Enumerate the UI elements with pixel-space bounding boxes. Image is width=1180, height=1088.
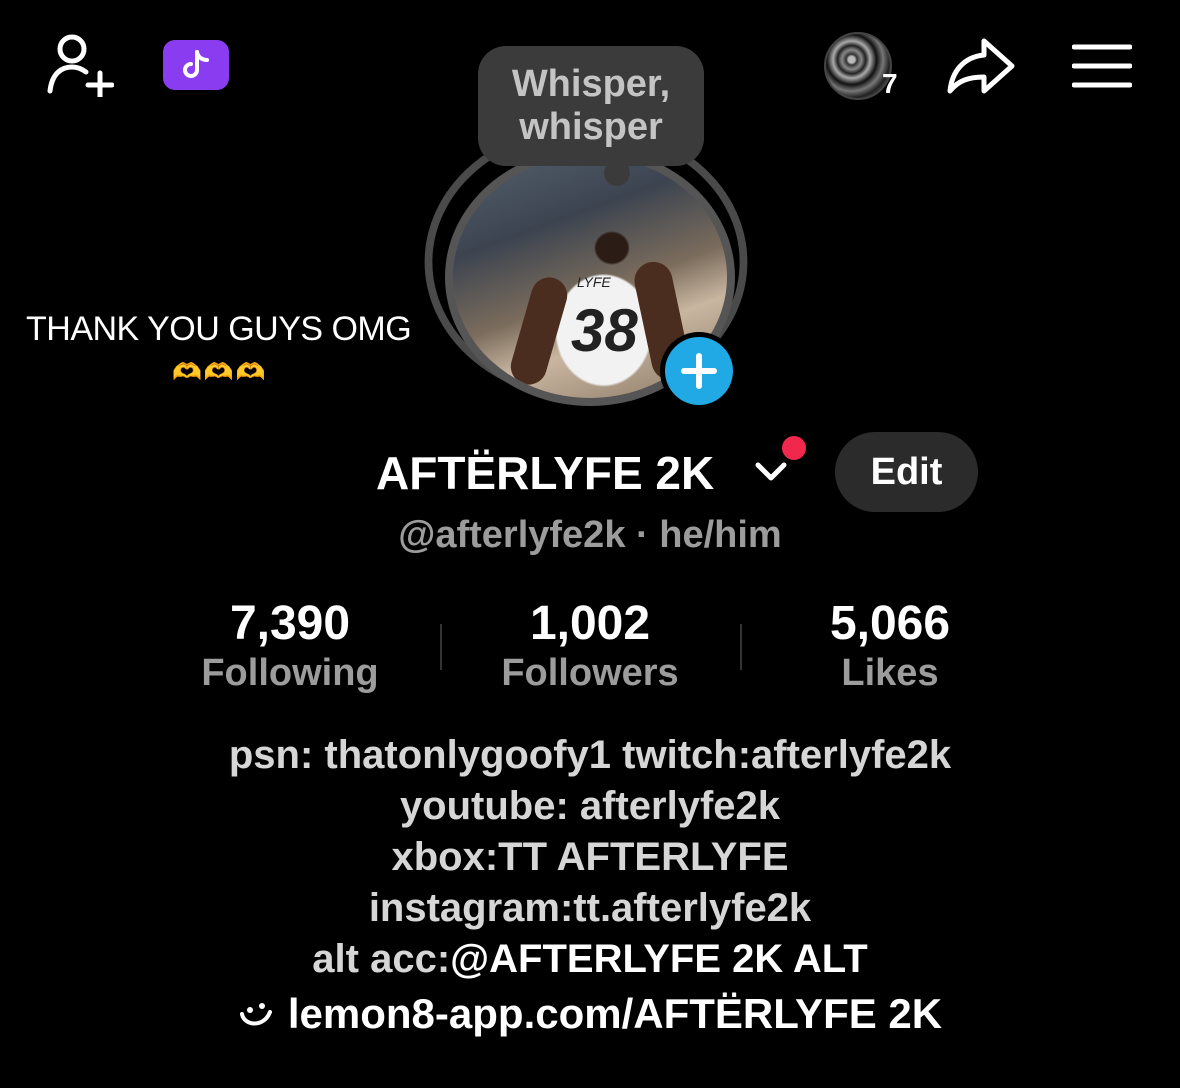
jersey-name: LYFE bbox=[577, 274, 611, 290]
add-friend-button[interactable] bbox=[38, 28, 118, 100]
plus-icon bbox=[681, 353, 717, 389]
smile-link-icon bbox=[239, 1002, 272, 1026]
handle-line: @afterlyfe2k · he/him bbox=[0, 514, 1180, 557]
handle-separator: · bbox=[636, 514, 649, 556]
bio-line: youtube: afterlyfe2k bbox=[399, 784, 781, 828]
share-icon bbox=[947, 38, 1015, 94]
likes-count: 5,066 bbox=[829, 597, 951, 650]
likes-label: Likes bbox=[841, 651, 939, 694]
bio-line: xbox:TT AFTERLYFE bbox=[391, 835, 789, 879]
profile-link-url: lemon8-app.com/AFTËRLYFE 2K bbox=[287, 990, 943, 1037]
followers-label: Followers bbox=[501, 651, 679, 694]
add-story-button[interactable] bbox=[660, 332, 738, 410]
followers-count: 1,002 bbox=[529, 597, 651, 650]
caption-text: THANK YOU GUYS OMG bbox=[26, 310, 412, 348]
bio-line: instagram:tt.afterlyfe2k bbox=[368, 886, 812, 930]
profile-link[interactable]: lemon8-app.com/AFTËRLYFE 2K bbox=[0, 990, 1180, 1038]
share-button[interactable] bbox=[940, 30, 1020, 102]
story-viewers-button[interactable]: 7 bbox=[822, 30, 898, 102]
chevron-down-icon bbox=[755, 462, 787, 481]
pronouns: he/him bbox=[659, 514, 782, 556]
stat-followers[interactable]: 1,002 Followers bbox=[440, 597, 740, 696]
add-friend-icon bbox=[47, 34, 114, 97]
coins-button[interactable] bbox=[163, 40, 229, 90]
heart-hands-emoji: 🫶🫶🫶 bbox=[172, 359, 268, 386]
notification-dot bbox=[782, 436, 806, 460]
story-count: 7 bbox=[882, 68, 898, 99]
bio: psn: thatonlygoofy1 twitch:afterlyfe2k y… bbox=[0, 730, 1180, 985]
edit-profile-button[interactable]: Edit bbox=[835, 432, 978, 512]
username-handle: @afterlyfe2k bbox=[398, 514, 626, 556]
bio-alt-prefix: alt acc: bbox=[312, 937, 451, 981]
stat-following[interactable]: 7,390 Following bbox=[140, 597, 440, 696]
stat-likes[interactable]: 5,066 Likes bbox=[740, 597, 1040, 696]
note-line-1: Whisper, bbox=[511, 62, 671, 105]
menu-button[interactable] bbox=[1066, 36, 1138, 96]
jersey-number: 38 bbox=[571, 297, 638, 364]
following-label: Following bbox=[201, 651, 379, 694]
tiktok-coin-icon bbox=[183, 50, 209, 78]
display-name: AFTËRLYFE 2K bbox=[376, 447, 715, 499]
bio-line-alt-account: alt acc:@AFTERLYFE 2K ALT bbox=[0, 934, 1180, 985]
menu-icon bbox=[1072, 44, 1132, 88]
note-line-2: whisper bbox=[519, 106, 663, 148]
note-bubble[interactable]: Whisper, whisper bbox=[478, 46, 704, 166]
alt-account-mention[interactable]: @AFTERLYFE 2K ALT bbox=[450, 937, 868, 981]
following-count: 7,390 bbox=[229, 597, 351, 650]
bio-line: psn: thatonlygoofy1 twitch:afterlyfe2k bbox=[228, 733, 952, 777]
